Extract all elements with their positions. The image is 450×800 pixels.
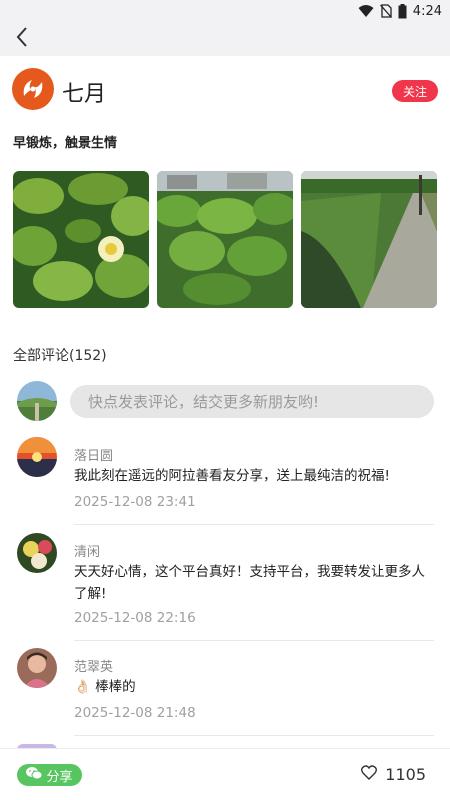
comment-time: 2025-12-08 23:41 [74, 494, 196, 510]
commenter-avatar[interactable] [17, 648, 57, 688]
battery-icon [398, 3, 407, 19]
commenter-name[interactable]: 范翠英 [74, 656, 113, 675]
brand-logo-icon [23, 80, 43, 98]
like-button[interactable]: 1105 [361, 765, 426, 784]
commenter-name[interactable]: 落日圆 [74, 445, 113, 464]
lotus-flower-photo[interactable] [13, 171, 149, 308]
wechat-icon [26, 766, 43, 784]
clock: 4:24 [412, 3, 442, 19]
share-button[interactable]: 分享 [17, 764, 82, 786]
comment-text: 我此刻在遥远的阿拉善看友分享，送上最纯洁的祝福! [74, 468, 390, 484]
post-text: 早锻炼，触景生情 [13, 136, 118, 151]
divider [74, 640, 434, 641]
comment-time: 2025-12-08 21:48 [74, 705, 196, 721]
comment-text: 天天好心情，这个平台真好！支持平台，我要转发让更多人了解! [74, 564, 425, 602]
like-count: 1105 [385, 765, 426, 784]
comment-text: 👌🏻 棒棒的 [74, 679, 136, 695]
photo-grid [13, 171, 437, 308]
comment-time: 2025-12-08 22:16 [74, 610, 196, 626]
current-user-avatar [17, 381, 57, 421]
author-header: 七月 关注 [12, 66, 438, 112]
wifi-icon [358, 4, 374, 18]
no-sim-icon [379, 4, 392, 18]
share-label: 分享 [46, 769, 73, 785]
status-bar: 4:24 [0, 0, 450, 22]
author-avatar[interactable] [12, 68, 54, 110]
divider [74, 735, 434, 736]
lotus-pond-photo[interactable] [157, 171, 293, 308]
lakeside-path-photo[interactable] [301, 171, 437, 308]
commenter-avatar[interactable] [17, 437, 57, 477]
author-name[interactable]: 七月 [62, 76, 106, 108]
bottom-action-bar: 分享 1105 [0, 748, 450, 800]
back-button[interactable] [8, 25, 36, 53]
top-nav-bar [0, 22, 450, 56]
comment-input[interactable]: 快点发表评论，结交更多新朋友哟! [70, 385, 434, 418]
chevron-left-icon [15, 26, 29, 52]
commenter-name[interactable]: 清闲 [74, 541, 100, 560]
heart-icon [361, 765, 378, 784]
commenter-avatar[interactable] [17, 533, 57, 573]
status-icons: 4:24 [358, 2, 442, 20]
comments-count-title: 全部评论(152) [13, 348, 107, 364]
follow-button[interactable]: 关注 [392, 80, 438, 102]
divider [74, 524, 434, 525]
